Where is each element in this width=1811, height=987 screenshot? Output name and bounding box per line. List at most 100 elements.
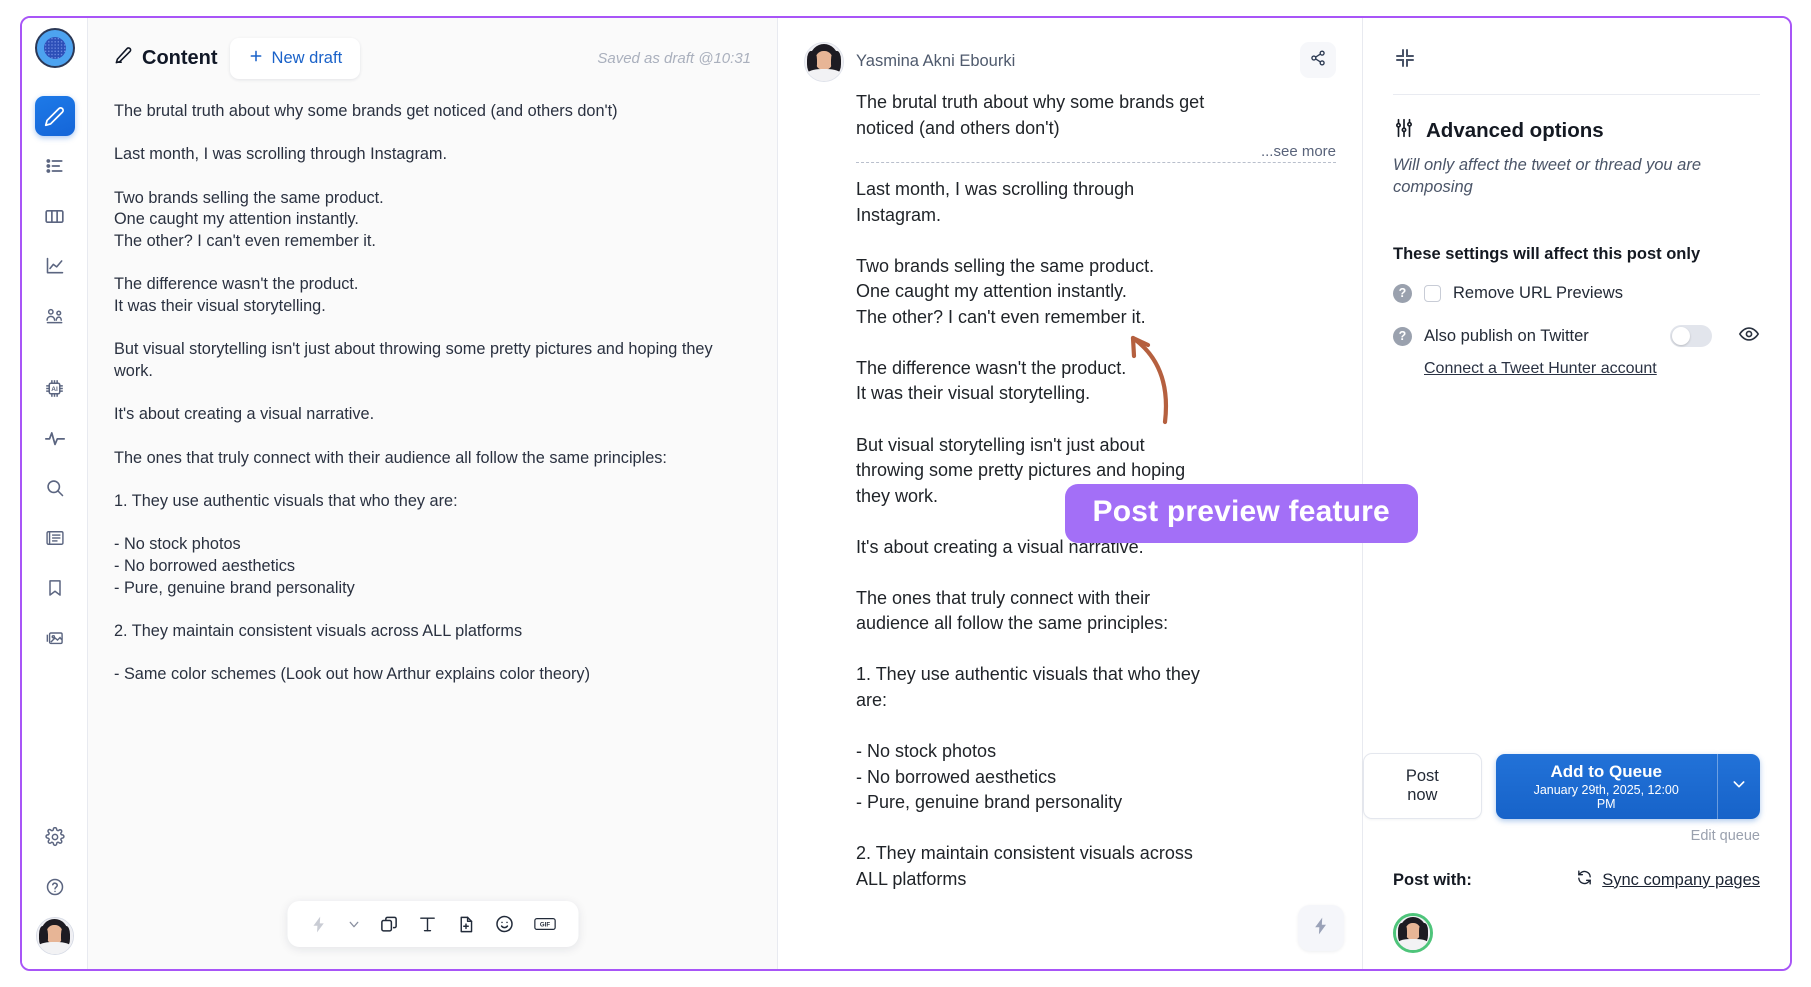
sidebar-item-ai[interactable]: AI [35, 368, 75, 408]
sync-company-pages-label: Sync company pages [1602, 870, 1760, 889]
options-affect-note: These settings will affect this post onl… [1393, 244, 1701, 263]
saved-status: Saved as draft @10:31 [597, 50, 751, 67]
options-subtitle: Will only affect the tweet or thread you… [1393, 156, 1702, 196]
editor-textarea[interactable]: The brutal truth about why some brands g… [88, 87, 777, 969]
remove-url-previews-label: Remove URL Previews [1453, 283, 1623, 302]
preview-headline: The brutal truth about why some brands g… [856, 92, 1205, 138]
duplicate-button[interactable] [379, 915, 398, 934]
sidebar-item-activity[interactable] [35, 418, 75, 458]
connect-tweet-hunter-link[interactable]: Connect a Tweet Hunter account [1424, 360, 1657, 378]
preview-avatar [804, 42, 844, 82]
gif-button[interactable]: GIF [533, 915, 556, 933]
eye-icon[interactable] [1738, 323, 1760, 350]
chevron-down-icon [1731, 776, 1747, 797]
also-publish-on-twitter-toggle[interactable] [1670, 325, 1712, 348]
app-logo[interactable] [34, 28, 75, 68]
sidebar-item-search[interactable] [35, 468, 75, 508]
new-draft-button[interactable]: New draft [229, 38, 361, 79]
option-row-remove-url-previews: ? Remove URL Previews [1393, 283, 1760, 303]
see-more-link[interactable]: ...see more [856, 143, 1336, 164]
share-icon [1309, 49, 1327, 72]
people-gear-icon [45, 306, 65, 326]
plus-icon [248, 48, 264, 69]
question-icon[interactable]: ? [1393, 326, 1412, 346]
user-avatar[interactable] [35, 917, 74, 955]
app-logo-inner [43, 37, 66, 59]
avatar-illustration [805, 43, 843, 81]
refresh-icon [1576, 869, 1593, 891]
options-divider [1393, 94, 1760, 95]
preview-lightning-button[interactable] [1298, 905, 1344, 951]
page-title-text: Content [142, 47, 218, 69]
search-icon [45, 478, 65, 498]
advanced-options-panel: Advanced options Will only affect the tw… [1064, 18, 1790, 969]
gear-icon [44, 827, 65, 847]
sidebar-item-media[interactable] [35, 618, 75, 658]
new-draft-label: New draft [271, 49, 343, 67]
also-publish-on-twitter-label: Also publish on Twitter [1424, 326, 1589, 345]
post-with-label: Post with: [1393, 870, 1472, 889]
collapse-panel-button[interactable] [1393, 46, 1419, 72]
annotation-arrow [1130, 335, 1168, 425]
editor-panel: Content New draft Saved as draft @10:31 … [88, 18, 778, 969]
question-circle-icon [45, 877, 65, 897]
add-to-queue-time: January 29th, 2025, 12:00 PM [1533, 782, 1679, 811]
sidebar-item-audience[interactable] [35, 296, 75, 336]
pencil-icon [44, 106, 65, 127]
sidebar-rail: AI [22, 18, 88, 969]
ai-lightning-button[interactable] [309, 915, 328, 934]
toggle-knob [1672, 327, 1690, 346]
add-to-queue-button[interactable]: Add to Queue January 29th, 2025, 12:00 P… [1495, 753, 1717, 819]
sidebar-item-settings[interactable] [35, 817, 75, 857]
options-title-text: Advanced options [1426, 119, 1604, 142]
add-to-queue-label: Add to Queue [1550, 761, 1662, 781]
edit-queue-link[interactable]: Edit queue [1691, 828, 1760, 844]
svg-text:AI: AI [51, 386, 58, 393]
post-now-button[interactable]: Post now [1363, 753, 1482, 819]
preview-header: Yasmina Akni Ebourki [804, 42, 1336, 82]
add-file-button[interactable] [456, 915, 475, 934]
app-window: AI Content New draft Saved as draft @10:… [20, 16, 1792, 971]
newspaper-icon [45, 528, 65, 548]
sidebar-item-bookmarks[interactable] [35, 568, 75, 608]
columns-icon [44, 206, 65, 227]
options-title: Advanced options [1393, 117, 1760, 145]
lightning-icon [1311, 916, 1331, 941]
image-icon [45, 628, 65, 648]
page-title: Content [114, 46, 218, 71]
sidebar-item-analytics[interactable] [35, 246, 75, 286]
annotation-callout: Post preview feature [1064, 484, 1418, 543]
ai-chip-icon: AI [44, 378, 65, 399]
annotation-callout-group: Post preview feature [1063, 335, 1483, 543]
pencil-edit-icon [114, 46, 133, 71]
sync-company-pages-button[interactable]: Sync company pages [1576, 869, 1760, 891]
svg-text:GIF: GIF [539, 922, 549, 929]
editor-toolbar: GIF [287, 901, 578, 947]
remove-url-previews-checkbox[interactable] [1424, 284, 1441, 302]
post-actions: Post now Add to Queue January 29th, 2025… [1363, 753, 1760, 819]
option-row-also-publish-on-twitter: ? Also publish on Twitter [1393, 323, 1760, 350]
share-button[interactable] [1300, 42, 1336, 78]
list-icon [45, 156, 65, 176]
text-format-button[interactable] [417, 914, 437, 934]
question-icon[interactable]: ? [1393, 283, 1412, 303]
collapse-icon [1393, 49, 1417, 74]
chart-line-icon [45, 256, 65, 276]
editor-header: Content New draft Saved as draft @10:31 [88, 18, 777, 87]
emoji-button[interactable] [494, 914, 514, 934]
sidebar-item-columns[interactable] [35, 196, 75, 236]
sidebar-item-compose[interactable] [34, 96, 75, 136]
pulse-icon [44, 427, 66, 449]
sliders-icon [1393, 117, 1415, 145]
preview-author-name: Yasmina Akni Ebourki [856, 52, 1016, 70]
add-to-queue-dropdown-button[interactable] [1716, 753, 1760, 819]
bookmark-icon [45, 578, 65, 598]
post-account-avatar[interactable] [1393, 913, 1433, 953]
sidebar-item-help[interactable] [35, 867, 75, 907]
avatar-illustration [1396, 916, 1430, 950]
avatar-illustration [36, 918, 73, 954]
post-with-row: Post with: Sync company pages [1393, 869, 1760, 891]
sidebar-item-feed[interactable] [35, 518, 75, 558]
ai-dropdown-button[interactable] [347, 918, 360, 931]
sidebar-item-queue-list[interactable] [35, 146, 75, 186]
